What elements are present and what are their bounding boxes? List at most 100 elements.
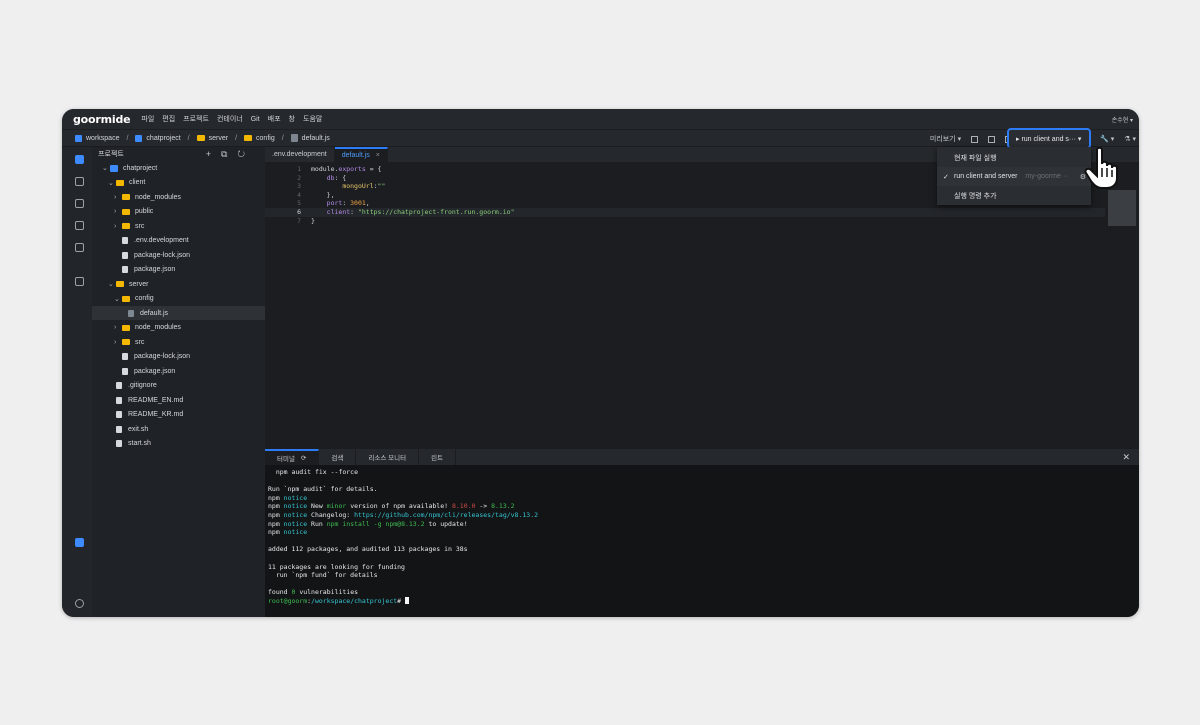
tree-item-label: src	[135, 338, 145, 346]
menu-container[interactable]: 컨테이너	[217, 114, 243, 124]
code-text: }	[311, 216, 315, 225]
tab-default-js[interactable]: default.js ×	[334, 147, 388, 162]
chevron-down-icon[interactable]: ⌄	[102, 164, 110, 172]
close-icon[interactable]: ×	[376, 152, 380, 159]
folder-icon	[116, 281, 124, 287]
project-icon	[110, 164, 118, 172]
tab-search[interactable]: 검색	[319, 449, 357, 465]
folder-icon	[244, 135, 253, 141]
tree-item[interactable]: › public	[92, 205, 265, 219]
settings-gear-icon[interactable]	[75, 599, 84, 608]
tree-item[interactable]: ⌄ config	[92, 292, 265, 306]
breadcrumb-config[interactable]: config	[244, 135, 275, 142]
preview-button[interactable]: 미리보기 ▾	[930, 134, 961, 144]
menu-edit[interactable]: 편집	[162, 114, 175, 124]
tree-item[interactable]: package.json	[92, 263, 265, 277]
expand-icon[interactable]	[75, 538, 84, 547]
tree-item[interactable]: ⌄ chatproject	[92, 161, 265, 175]
code-text: mongoUrl:""	[342, 182, 386, 191]
tree-item[interactable]: ⌄ client	[92, 176, 265, 190]
menu-project[interactable]: 프로젝트	[183, 114, 209, 124]
project-explorer-icon[interactable]	[75, 155, 84, 164]
explorer-actions[interactable]: +⧉↻	[206, 149, 255, 160]
menu-item-label: 실행 명령 추가	[954, 192, 997, 200]
outline-icon[interactable]	[75, 177, 84, 186]
project-explorer: 프로젝트 +⧉↻ ⌄ chatproject ⌄ client › node_module…	[92, 147, 265, 617]
save-icon[interactable]	[971, 135, 979, 143]
tab-label: 린트	[431, 455, 444, 462]
tree-item-label: .env.development	[134, 237, 189, 244]
tree-item[interactable]: › node_modules	[92, 321, 265, 335]
folder-icon	[122, 339, 130, 345]
menu-file[interactable]: 파일	[141, 114, 154, 124]
chevron-right-icon[interactable]: ›	[114, 339, 122, 346]
tab-env-development[interactable]: .env.development	[265, 147, 335, 162]
terminal-line: found 0 vulnerabilities	[268, 588, 359, 597]
user-menu[interactable]: 손수현 ▾	[1112, 115, 1133, 124]
tree-item[interactable]: › src	[92, 219, 265, 233]
tree-item[interactable]: package.json	[92, 364, 265, 378]
tree-item[interactable]: › src	[92, 335, 265, 349]
menu-git[interactable]: Git	[251, 116, 260, 123]
code-icon[interactable]	[75, 221, 84, 230]
menu-item-add-run-command[interactable]: 실행 명령 추가	[937, 186, 1091, 205]
line-number: 4	[297, 190, 301, 199]
tree-item-label: package-lock.json	[134, 353, 191, 360]
breadcrumb-file[interactable]: default.js	[290, 134, 330, 142]
build-tools-button[interactable]: 🔧 ▾	[1100, 135, 1114, 143]
menu-deploy[interactable]: 배포	[268, 114, 281, 124]
chevron-right-icon[interactable]: ›	[114, 194, 122, 201]
tree-item[interactable]: .gitignore	[92, 379, 265, 393]
breadcrumb-server[interactable]: server	[196, 135, 228, 142]
menu-window[interactable]: 창	[289, 114, 295, 124]
git-icon[interactable]	[75, 199, 84, 208]
tree-item[interactable]: › node_modules	[92, 190, 265, 204]
tree-item-label: node_modules	[135, 324, 181, 331]
chevron-right-icon[interactable]: ›	[114, 208, 122, 215]
document-icon[interactable]	[75, 243, 84, 252]
tab-resource-monitor[interactable]: 리소스 모니터	[356, 449, 420, 465]
tab-terminal[interactable]: 터미널 ⟳	[265, 449, 320, 465]
tree-item[interactable]: package-lock.json	[92, 350, 265, 364]
terminal-line: npm notice	[268, 528, 308, 537]
tree-item[interactable]: README_KR.md	[92, 408, 265, 422]
test-button[interactable]: ⚗ ▾	[1124, 135, 1136, 143]
menu-help[interactable]: 도움말	[303, 114, 322, 124]
run-button[interactable]: ▸ run client and s··· ▾	[1007, 128, 1091, 149]
tree-item[interactable]: default.js	[92, 306, 265, 320]
tree-item[interactable]: README_EN.md	[92, 393, 265, 407]
minimap-scrollbar[interactable]	[1108, 190, 1136, 226]
menu-item-run-current-file[interactable]: 현재 파일 실행	[937, 148, 1091, 167]
tree-item[interactable]: start.sh	[92, 437, 265, 451]
close-panel-icon[interactable]: ✕	[1122, 452, 1130, 463]
tree-item[interactable]: ⌄ server	[92, 277, 265, 291]
chevron-down-icon[interactable]: ⌄	[108, 280, 116, 288]
chevron-down-icon[interactable]: ⌄	[114, 295, 122, 303]
refresh-icon[interactable]: ⟳	[301, 454, 306, 462]
tree-item-label: default.js	[140, 309, 169, 317]
breadcrumb-workspace[interactable]: workspace	[75, 134, 119, 142]
check-icon: ✓	[943, 173, 949, 181]
chevron-right-icon[interactable]: ›	[114, 223, 122, 230]
tab-label: 검색	[331, 455, 344, 462]
activity-bar	[62, 147, 92, 617]
terminal-line: npm notice Run npm install -g npm@8.13.2…	[268, 519, 468, 528]
run-dropdown-menu: 현재 파일 실행 ✓ run client and server my-goor…	[937, 147, 1091, 205]
breadcrumb-separator: /	[187, 134, 190, 142]
terminal-output[interactable]: npm audit fix --force Run `npm audit` fo…	[268, 468, 538, 606]
folder-icon	[122, 223, 130, 229]
tree-item-label: package.json	[134, 367, 176, 375]
js-file-icon	[290, 134, 298, 142]
tree-item[interactable]: exit.sh	[92, 422, 265, 436]
breadcrumb-project[interactable]: chatproject	[135, 134, 181, 142]
tree-item[interactable]: .env.development	[92, 234, 265, 248]
tab-lint[interactable]: 린트	[419, 449, 457, 465]
save-all-icon[interactable]	[988, 135, 996, 143]
chevron-right-icon[interactable]: ›	[114, 324, 122, 331]
tree-item[interactable]: package-lock.json	[92, 248, 265, 262]
menu-item-run-client-and-server[interactable]: ✓ run client and server my-goorme··· ⚙	[937, 167, 1091, 186]
code-text: client: "https://chatproject-front.run.g…	[326, 208, 515, 216]
vscode-icon[interactable]	[75, 277, 84, 286]
chevron-down-icon[interactable]: ⌄	[108, 179, 116, 187]
